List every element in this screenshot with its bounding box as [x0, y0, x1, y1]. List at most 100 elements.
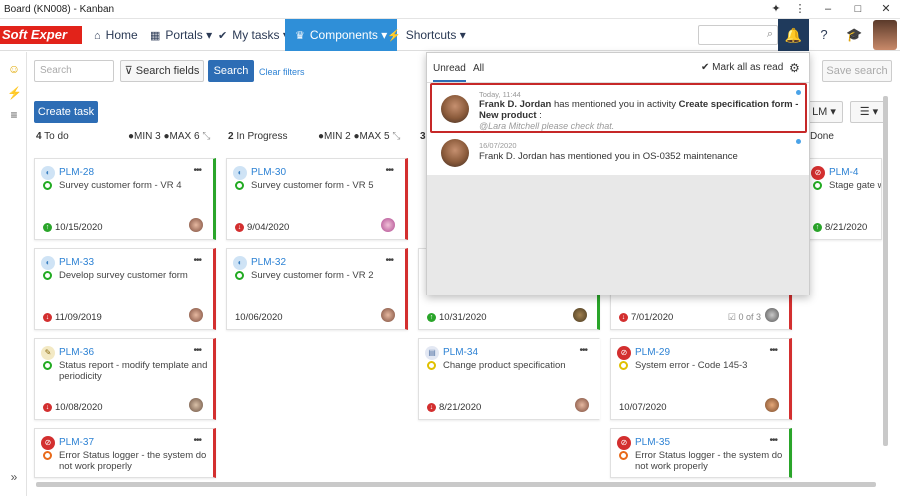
assignee-avatar[interactable]: [381, 308, 395, 322]
collapse-icon[interactable]: ⤡: [202, 131, 210, 142]
task-card[interactable]: ▤ PLM-34 ••• Change product specificatio…: [418, 338, 600, 420]
form-icon: ◐: [233, 166, 247, 180]
assignee-avatar[interactable]: [189, 218, 203, 232]
nav-portals[interactable]: ▦ Portals ▾: [150, 19, 212, 51]
collapse-icon[interactable]: ⤡: [392, 131, 400, 142]
trophy-icon: ♛: [295, 30, 305, 42]
vertical-scrollbar[interactable]: [883, 96, 888, 446]
error-icon: ⊘: [617, 346, 631, 360]
task-card[interactable]: ◐ PLM-30 ••• Survey customer form - VR 5…: [226, 158, 408, 240]
task-card[interactable]: ◐ PLM-28 ••• Survey customer form - VR 4…: [34, 158, 216, 240]
task-id[interactable]: PLM-35: [635, 437, 670, 448]
left-sidebar: ☺ ⚡ ≡ »: [0, 52, 27, 496]
notification-item[interactable]: Today, 11:44 Frank D. Jordan has mention…: [431, 87, 805, 133]
task-title: Survey customer form - VR 5: [251, 180, 374, 191]
error-icon: ⊘: [617, 436, 631, 450]
unread-dot: [796, 90, 801, 95]
search-icon: ⌕: [766, 28, 773, 40]
assignee-avatar[interactable]: [189, 308, 203, 322]
assignee-avatar[interactable]: [381, 218, 395, 232]
status-dot: [427, 361, 436, 370]
horizontal-scrollbar[interactable]: [36, 482, 876, 487]
plm-filter-dropdown[interactable]: LM ▾: [805, 101, 843, 123]
task-card[interactable]: ⊘ PLM-35 ••• Error Status logger - the s…: [610, 428, 792, 478]
assignee-avatar[interactable]: [765, 308, 779, 322]
tab-all[interactable]: All: [473, 63, 484, 74]
task-card[interactable]: ◐ PLM-32 ••• Survey customer form - VR 2…: [226, 248, 408, 330]
status-dot: [43, 361, 52, 370]
gear-icon[interactable]: ⚙: [789, 61, 800, 75]
status-dot: [43, 451, 52, 460]
window-titlebar: Board (KN008) - Kanban ✦ ⋮ – □ ✕: [0, 0, 900, 19]
bolt-icon: ⚡: [387, 30, 401, 42]
task-id[interactable]: PLM-28: [59, 167, 94, 178]
search-fields-button[interactable]: ⊽ Search fields: [120, 60, 204, 82]
task-id[interactable]: PLM-34: [443, 347, 478, 358]
assignee-avatar[interactable]: [573, 308, 587, 322]
notifications-bell-icon[interactable]: 🔔: [778, 19, 809, 51]
tab-unread[interactable]: Unread: [433, 63, 466, 82]
save-search-button[interactable]: Save search: [822, 60, 892, 82]
notification-avatar: [441, 139, 469, 167]
task-card[interactable]: ◐ PLM-33 ••• Develop survey customer for…: [34, 248, 216, 330]
more-icon[interactable]: •••: [769, 435, 777, 446]
task-id[interactable]: PLM-37: [59, 437, 94, 448]
window-title: Board (KN008) - Kanban: [4, 4, 115, 15]
nav-components[interactable]: ♛ Components ▾: [285, 19, 398, 51]
extension-icon[interactable]: ✦: [768, 2, 784, 16]
checklist-count: ☑ 0 of 3: [727, 312, 761, 322]
more-icon[interactable]: •••: [193, 345, 201, 356]
task-id[interactable]: PLM-32: [251, 257, 286, 268]
mark-all-read-button[interactable]: ✔ Mark all as read: [701, 62, 783, 73]
task-date: 10/07/2020: [619, 402, 667, 413]
unread-dot: [796, 139, 801, 144]
filter-icon[interactable]: ≡: [7, 108, 21, 122]
task-card[interactable]: ⊘ PLM-37 ••• Error Status logger - the s…: [34, 428, 216, 478]
task-id[interactable]: PLM-30: [251, 167, 286, 178]
expand-icon[interactable]: »: [7, 470, 21, 484]
more-icon[interactable]: •••: [769, 345, 777, 356]
task-card[interactable]: ⊘ PLM-4 Stage gate wor ↑ 8/21/2020: [804, 158, 882, 240]
notification-item[interactable]: 16/07/2020 Frank D. Jordan has mentioned…: [431, 137, 805, 173]
report-icon: ✎: [41, 346, 55, 360]
grid-icon: ▦: [150, 30, 161, 42]
user-avatar[interactable]: [873, 20, 897, 50]
help-icon[interactable]: ?: [816, 27, 832, 43]
more-options-icon[interactable]: ⋮: [792, 2, 808, 16]
assignee-avatar[interactable]: [765, 398, 779, 412]
bolt-icon[interactable]: ⚡: [7, 86, 22, 100]
create-task-button[interactable]: Create task: [34, 101, 98, 123]
arrow-down-icon: ↓: [619, 313, 628, 322]
task-id[interactable]: PLM-4: [829, 167, 858, 178]
task-id[interactable]: PLM-33: [59, 257, 94, 268]
assignee-avatar[interactable]: [575, 398, 589, 412]
task-card[interactable]: ✎ PLM-36 ••• Status report - modify temp…: [34, 338, 216, 420]
clear-filters-link[interactable]: Clear filters: [259, 67, 305, 77]
emoji-icon[interactable]: ☺: [7, 62, 21, 76]
task-title: System error - Code 145-3: [635, 360, 748, 371]
nav-home[interactable]: ⌂ Home: [94, 19, 138, 51]
more-icon[interactable]: •••: [385, 255, 393, 266]
close-icon[interactable]: ✕: [878, 2, 894, 16]
more-icon[interactable]: •••: [193, 435, 201, 446]
graduation-cap-icon[interactable]: 🎓: [846, 27, 862, 43]
more-icon[interactable]: •••: [385, 165, 393, 176]
task-title: Status report - modify template and peri…: [59, 360, 208, 382]
global-search-input[interactable]: ⌕: [698, 25, 778, 45]
minimize-icon[interactable]: –: [820, 2, 836, 16]
search-button[interactable]: Search: [208, 60, 254, 82]
task-id[interactable]: PLM-36: [59, 347, 94, 358]
nav-my-tasks[interactable]: ✔My tasks ▾: [218, 19, 289, 51]
search-input[interactable]: Search: [34, 60, 114, 82]
more-icon[interactable]: •••: [193, 255, 201, 266]
assignee-avatar[interactable]: [189, 398, 203, 412]
task-card[interactable]: ⊘ PLM-29 ••• System error - Code 145-3 1…: [610, 338, 792, 420]
nav-shortcuts[interactable]: ⚡ Shortcuts ▾: [387, 19, 466, 51]
status-dot: [235, 181, 244, 190]
logo: Soft Exper: [0, 26, 82, 44]
more-icon[interactable]: •••: [193, 165, 201, 176]
more-icon[interactable]: •••: [579, 345, 587, 356]
task-id[interactable]: PLM-29: [635, 347, 670, 358]
notification-avatar: [441, 95, 469, 123]
maximize-icon[interactable]: □: [850, 2, 866, 16]
